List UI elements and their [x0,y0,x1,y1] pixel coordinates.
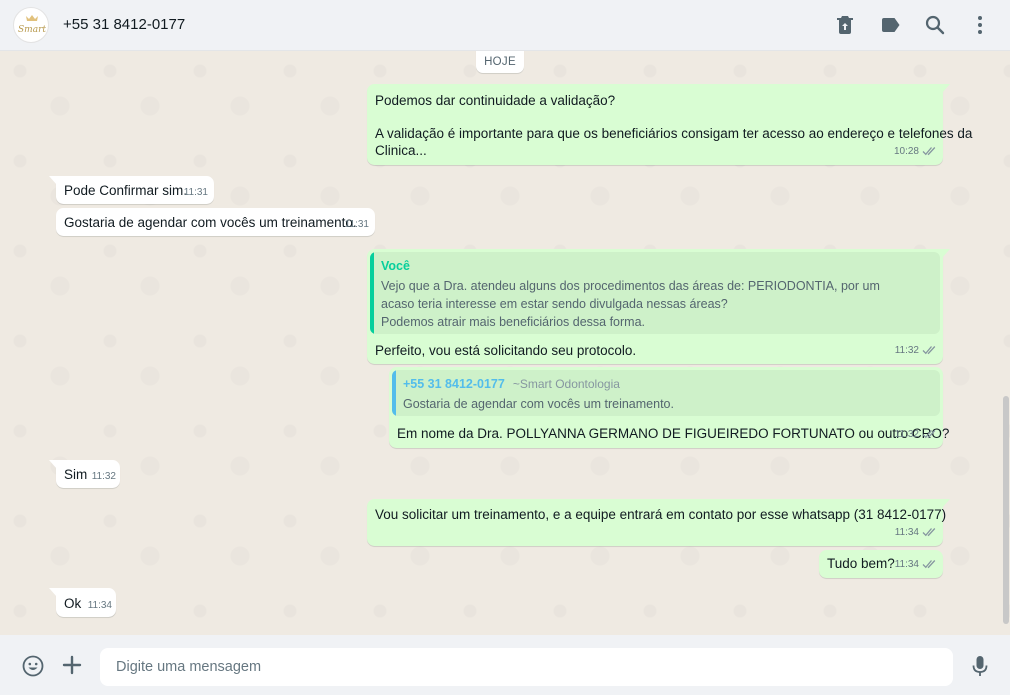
quote-accent-bar [370,252,374,334]
message-text: Tudo bem? [827,556,895,571]
message-time: 11:32 [91,471,116,482]
date-divider: HOJE [476,51,524,73]
message-meta: 11:32 [895,342,937,361]
quoted-message[interactable]: Você Vejo que a Dra. atendeu alguns dos … [370,252,940,334]
avatar-logo-text: Smart [18,25,46,35]
chat-header: Smart +55 31 8412-0177 [0,0,1010,51]
message-time: 11:34 [87,600,112,611]
incoming-message[interactable]: Ok 11:34 [49,588,116,617]
message-text-line: Podemos dar continuidade a validação? [375,93,616,108]
message-meta: 10:28 [894,143,937,162]
message-text: Sim [64,467,88,482]
label-icon[interactable] [878,13,902,37]
message-text-line: A validação é importante para que os ben… [375,126,973,141]
outgoing-message[interactable]: Vou solicitar um treinamento, e a equipe… [367,499,950,546]
message-meta: 11:34 [895,556,937,575]
incoming-message[interactable]: Gostaria de agendar com vocês um treinam… [56,208,375,236]
message-meta: 11:34 [895,524,937,543]
message-text: Pode Confirmar sim. [64,183,188,198]
double-check-icon [922,428,937,445]
chat-scrollbar[interactable] [1003,396,1009,624]
message-time: 11:34 [894,527,919,538]
message-text: Gostaria de agendar com vocês um treinam… [64,215,357,230]
message-time: 11:32 [894,429,919,440]
search-icon[interactable] [923,13,947,37]
quote-author: Você [381,259,410,273]
outgoing-message[interactable]: Podemos dar continuidade a validação? A … [367,84,972,165]
double-check-icon [922,145,937,162]
microphone-icon[interactable] [970,654,990,678]
quote-text-line: acaso teria interesse em estar sendo div… [381,297,728,311]
quote-author-note: ~Smart Odontologia [512,377,620,391]
message-time: 11:32 [894,345,919,356]
double-check-icon [922,344,937,361]
quote-text-line: Podemos atrair mais beneficiários dessa … [381,315,646,329]
outgoing-message-reply[interactable]: Você Vejo que a Dra. atendeu alguns dos … [367,249,950,364]
message-text: Vou solicitar um treinamento, e a equipe… [375,507,947,522]
quote-accent-bar [392,370,396,416]
emoji-icon[interactable] [21,654,45,678]
menu-icon[interactable] [968,13,992,37]
message-time: 11:34 [894,559,919,570]
attach-plus-icon[interactable] [61,654,83,676]
message-text: Ok [64,596,82,611]
contact-name[interactable]: +55 31 8412-0177 [63,16,185,33]
message-text: Em nome da Dra. POLLYANNA GERMANO DE FIG… [397,426,950,441]
contact-avatar[interactable]: Smart [13,7,49,43]
double-check-icon [922,558,937,575]
incoming-message[interactable]: Pode Confirmar sim. 11:31 [49,176,214,204]
outgoing-message-reply[interactable]: +55 31 8412-0177 ~Smart Odontologia Gosta… [389,367,949,448]
incoming-message[interactable]: Sim 11:32 [49,460,120,488]
delete-icon[interactable] [833,13,857,37]
quote-text-line: Vejo que a Dra. atendeu alguns dos proce… [381,279,880,293]
message-text-line: Clinica... [375,143,427,158]
quote-author: +55 31 8412-0177 ~Smart Odontologia [403,376,620,393]
compose-bar [0,635,1010,695]
message-input[interactable] [100,648,953,686]
message-time: 11:31 [344,219,369,230]
double-check-icon [922,526,937,543]
quote-author-phone: +55 31 8412-0177 [403,377,505,391]
message-meta: 11:32 [895,426,937,445]
message-time: 10:28 [893,146,919,157]
message-time: 11:31 [183,187,208,198]
quoted-message[interactable]: +55 31 8412-0177 ~Smart Odontologia Gosta… [392,370,940,416]
message-text: Perfeito, vou está solicitando seu proto… [375,343,637,358]
message-list[interactable]: HOJE Podemos dar continuidade a validaçã… [0,51,1010,635]
quote-text-line: Gostaria de agendar com vocês um treinam… [403,397,674,411]
outgoing-message[interactable]: Tudo bem? 11:34 [819,550,943,578]
